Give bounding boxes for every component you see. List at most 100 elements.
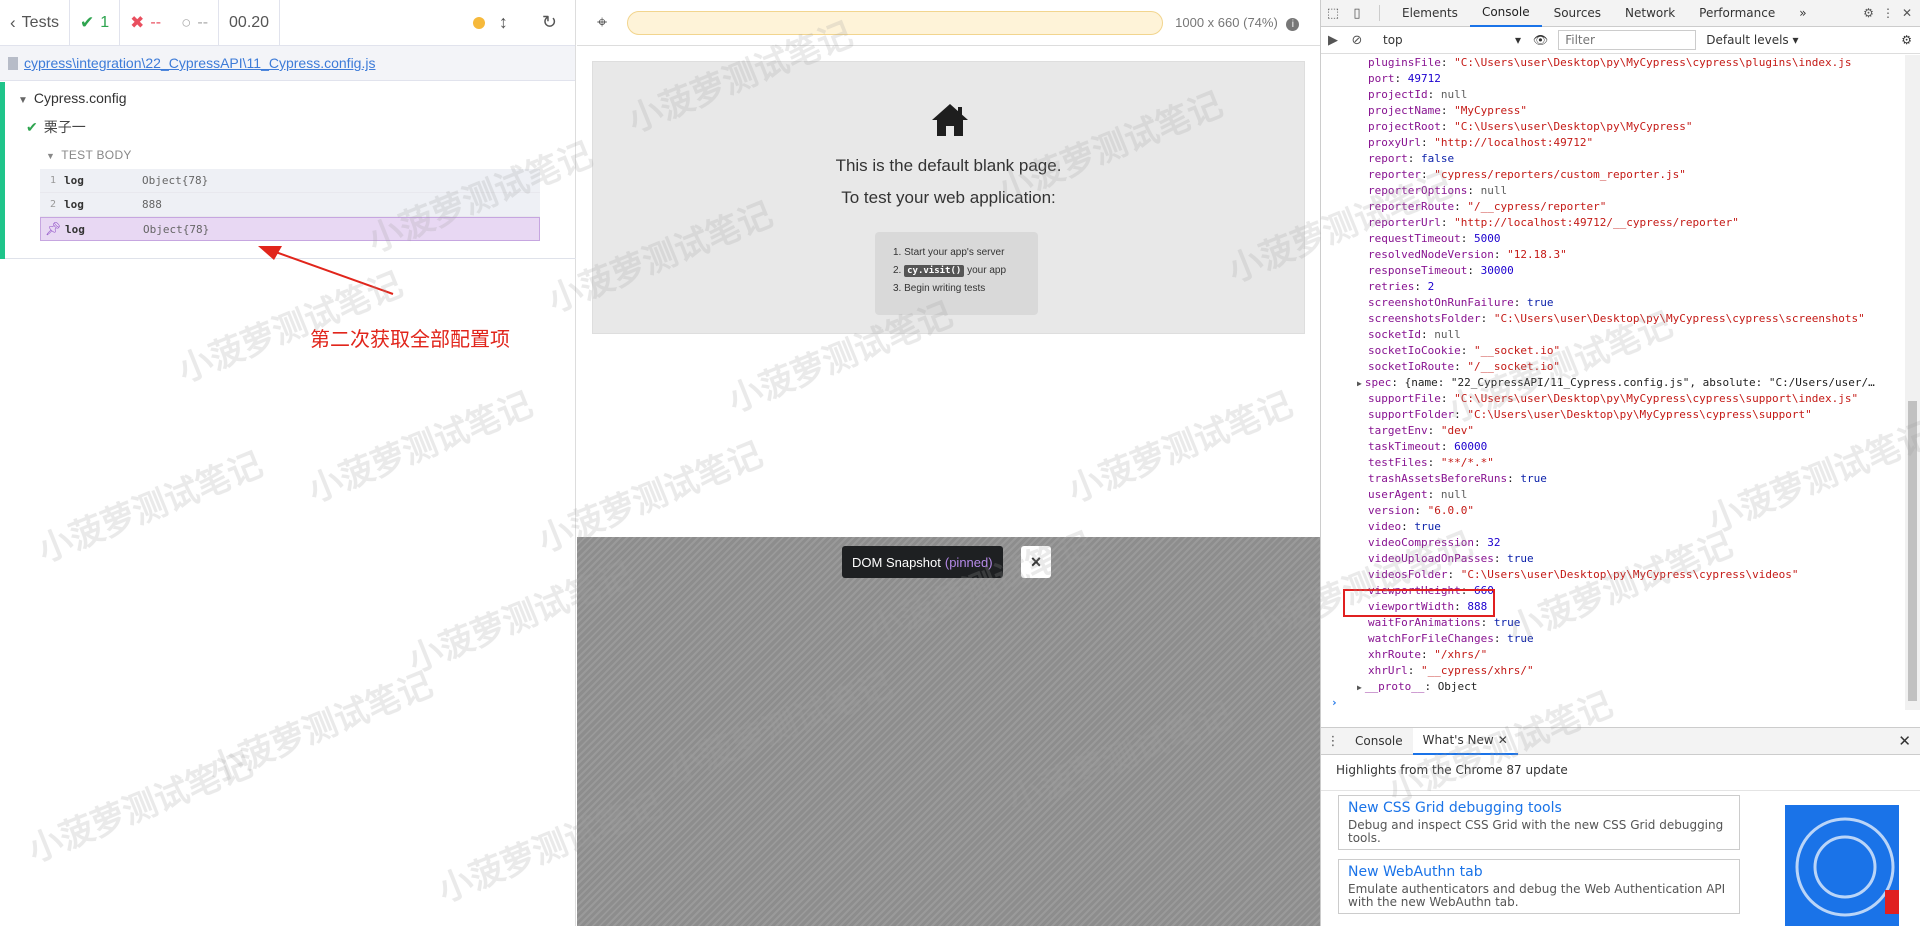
property-key: supportFolder <box>1368 408 1455 421</box>
tab-performance[interactable]: Performance <box>1687 0 1787 27</box>
expand-triangle-icon[interactable]: ▶ <box>1357 379 1362 388</box>
step-2: 2. cy.visit() your app <box>893 262 1038 280</box>
feature-title[interactable]: New WebAuthn tab <box>1348 864 1730 880</box>
console-filter-input[interactable] <box>1558 30 1697 50</box>
key-separator: : <box>1440 216 1455 229</box>
property-value: "C:\Users\user\Desktop\py\MyCypress\cypr… <box>1454 392 1859 405</box>
gear-icon[interactable]: ⚙ <box>1863 6 1874 20</box>
clear-console-icon[interactable]: ⊘ <box>1345 33 1369 48</box>
console-expandable-property[interactable]: ▶ __proto__: Object <box>1321 679 1905 695</box>
key-separator: : <box>1480 312 1494 325</box>
eye-icon[interactable]: 👁︎ <box>1533 33 1548 47</box>
console-property: videosFolder: "C:\Users\user\Desktop\py\… <box>1321 567 1905 583</box>
property-value: "__socket.io" <box>1473 344 1561 357</box>
scrollbar-thumb[interactable] <box>1908 401 1917 701</box>
close-drawer-icon[interactable]: ✕ <box>1898 732 1920 750</box>
property-key: projectName <box>1368 104 1441 117</box>
key-separator: : <box>1473 536 1488 549</box>
device-toolbar-icon[interactable]: ▯ <box>1345 6 1369 21</box>
console-property: taskTimeout: 60000 <box>1321 439 1905 455</box>
console-expandable-property[interactable]: ▶ spec: {name: "22_CypressAPI/11_Cypress.… <box>1321 375 1905 391</box>
console-property: supportFolder: "C:\Users\user\Desktop\py… <box>1321 407 1905 423</box>
console-property: waitForAnimations: true <box>1321 615 1905 631</box>
property-key: socketIoRoute <box>1368 360 1455 373</box>
property-key: videosFolder <box>1368 568 1448 581</box>
console-settings-icon[interactable]: ⚙ <box>1901 33 1920 47</box>
viewport-info[interactable]: 1000 x 660 (74%) i <box>1175 15 1300 31</box>
drawer-tab-label: What's New <box>1422 733 1494 747</box>
snapshot-label: DOM Snapshot <box>852 554 941 570</box>
property-value: 30000 <box>1480 264 1514 277</box>
annotation-text: 第二次获取全部配置项 <box>310 327 510 351</box>
key-separator: : <box>1420 136 1435 149</box>
property-key: xhrRoute <box>1368 648 1421 661</box>
inspect-icon[interactable]: ⬚ <box>1321 6 1345 21</box>
step-3: 3. Begin writing tests <box>893 283 986 294</box>
tab-network[interactable]: Network <box>1613 0 1687 27</box>
tab-sources[interactable]: Sources <box>1542 0 1613 27</box>
property-value: "dev" <box>1440 424 1474 437</box>
property-key: reporter <box>1368 168 1421 181</box>
more-tabs-icon[interactable]: » <box>1787 0 1818 27</box>
console-property: supportFile: "C:\Users\user\Desktop\py\M… <box>1321 391 1905 407</box>
key-separator: : <box>1407 664 1421 677</box>
property-key: __proto__ <box>1364 680 1425 693</box>
property-key: pluginsFile <box>1368 56 1441 69</box>
key-separator: : <box>1420 648 1435 661</box>
feature-description: Debug and inspect CSS Grid with the new … <box>1348 818 1724 845</box>
property-key: port <box>1368 72 1395 85</box>
key-separator: : <box>1467 184 1481 197</box>
url-bar[interactable] <box>627 10 1164 35</box>
tab-elements[interactable]: Elements <box>1390 0 1470 27</box>
key-separator: : <box>1391 376 1405 389</box>
feature-card[interactable]: New CSS Grid debugging tools Debug and i… <box>1338 795 1740 850</box>
property-value: null <box>1480 184 1508 197</box>
property-key: supportFile <box>1368 392 1441 405</box>
kebab-menu-icon[interactable]: ⋮ <box>1882 6 1894 20</box>
key-separator: : <box>1460 344 1474 357</box>
dom-snapshot-badge: DOM Snapshot (pinned) <box>842 546 1003 578</box>
key-separator: : <box>1454 408 1468 421</box>
close-snapshot-button[interactable]: × <box>1021 546 1051 578</box>
close-icon[interactable]: ✕ <box>1498 733 1508 747</box>
console-property: pluginsFile: "C:\Users\user\Desktop\py\M… <box>1321 55 1905 71</box>
console-property: proxyUrl: "http://localhost:49712" <box>1321 135 1905 151</box>
step-1: 1. Start your app's server <box>893 247 1005 258</box>
feature-card[interactable]: New WebAuthn tab Emulate authenticators … <box>1338 859 1740 914</box>
property-value: "C:\Users\user\Desktop\py\MyCypress\cypr… <box>1460 568 1799 581</box>
drawer-tab-whats-new[interactable]: What's New ✕ <box>1412 727 1518 755</box>
close-icon[interactable]: ✕ <box>1902 6 1912 20</box>
property-value: Object <box>1437 680 1478 693</box>
snapshot-overlay: DOM Snapshot (pinned) × <box>577 537 1320 926</box>
context-value: top <box>1383 33 1403 47</box>
property-value: "http://localhost:49712/__cypress/report… <box>1454 216 1739 229</box>
devtools-tab-bar: ⬚ ▯ Elements Console Sources Network Per… <box>1321 0 1920 27</box>
property-key: screenshotOnRunFailure <box>1368 296 1514 309</box>
console-property: screenshotOnRunFailure: true <box>1321 295 1905 311</box>
console-prompt[interactable]: › <box>1321 695 1905 710</box>
log-levels-select[interactable]: Default levels ▾ <box>1706 33 1798 47</box>
console-property: userAgent: null <box>1321 487 1905 503</box>
drawer-tab-console[interactable]: Console <box>1345 728 1413 755</box>
selector-playground-icon[interactable]: ⌖ <box>597 12 607 33</box>
property-value: null <box>1440 488 1468 501</box>
property-key: xhrUrl <box>1368 664 1408 677</box>
console-scrollbar[interactable] <box>1905 55 1920 710</box>
property-value: 49712 <box>1407 72 1441 85</box>
key-separator: : <box>1513 296 1527 309</box>
divider <box>1379 5 1380 21</box>
console-property: socketIoRoute: "/__socket.io" <box>1321 359 1905 375</box>
kebab-menu-icon[interactable]: ⋮ <box>1321 734 1345 749</box>
highlights-title: Highlights from the Chrome 87 update <box>1321 755 1920 791</box>
property-key: proxyUrl <box>1368 136 1421 149</box>
tab-console[interactable]: Console <box>1469 0 1542 27</box>
expand-triangle-icon[interactable]: ▶ <box>1357 683 1362 692</box>
property-key: targetEnv <box>1368 424 1428 437</box>
console-property: videoUploadOnPasses: true <box>1321 551 1905 567</box>
sidebar-toggle-icon[interactable]: ▶ <box>1321 33 1345 48</box>
context-select[interactable]: top ▾ <box>1377 33 1527 47</box>
key-separator: : <box>1440 104 1455 117</box>
property-value: null <box>1434 328 1461 341</box>
feature-title[interactable]: New CSS Grid debugging tools <box>1348 800 1730 816</box>
drawer-tab-bar: ⋮ Console What's New ✕ ✕ <box>1321 727 1920 755</box>
